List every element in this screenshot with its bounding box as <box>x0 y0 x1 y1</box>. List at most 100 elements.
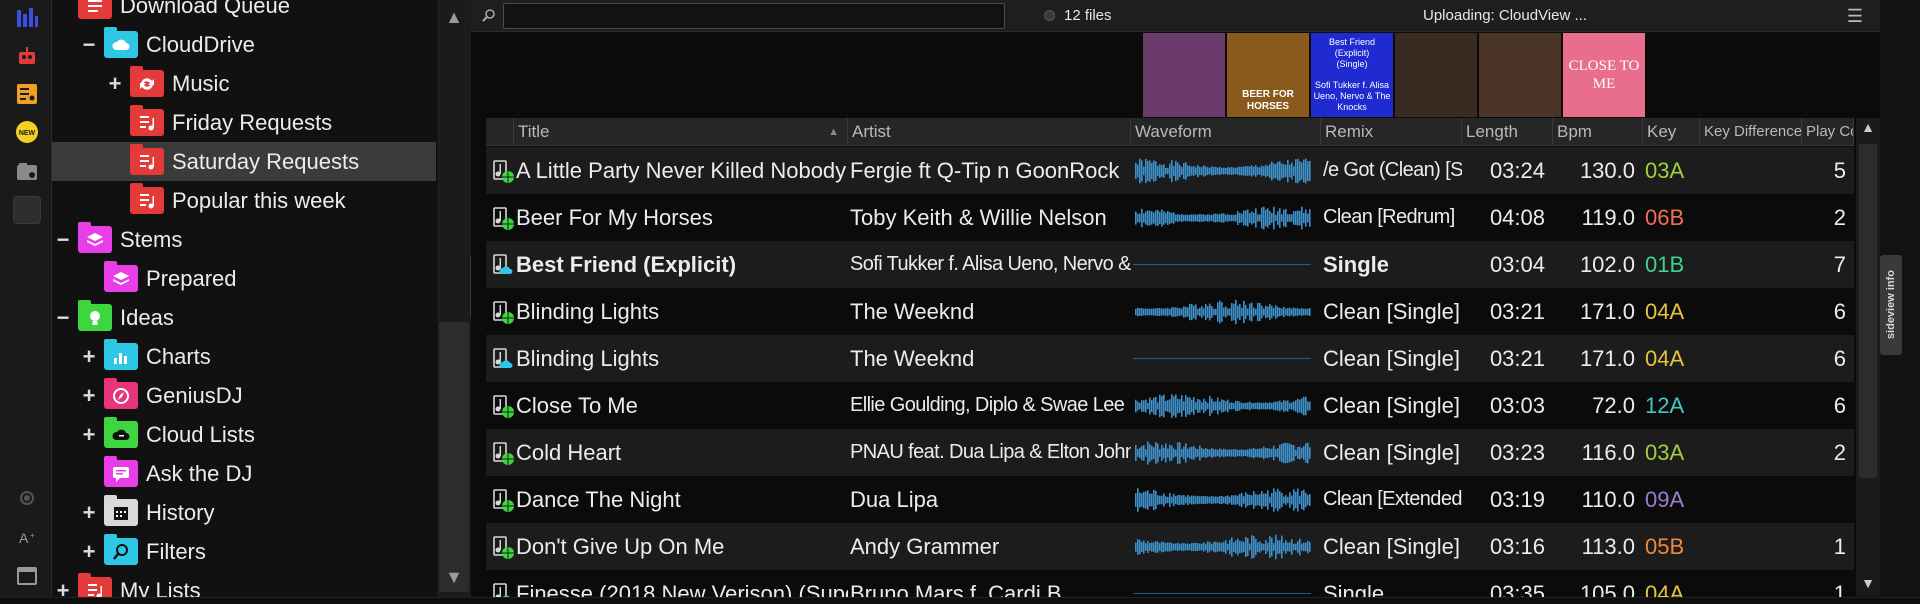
track-bpm: 119.0 <box>1581 205 1635 230</box>
tree-item-geniusdj[interactable]: + GeniusDJ <box>52 376 436 415</box>
note-globe-icon <box>486 288 514 335</box>
track-play-count: 6 <box>1833 346 1846 371</box>
tree-item-label: Friday Requests <box>172 109 333 135</box>
collapse-icon[interactable]: − <box>54 227 72 253</box>
calendar-icon <box>104 495 138 526</box>
waveform-empty-line <box>1133 593 1311 594</box>
tree-item-ideas[interactable]: − Ideas <box>52 298 436 337</box>
browser-panel: 12 files Uploading: CloudView ... ☰ BEER… <box>471 0 1880 604</box>
track-key-difference <box>1700 382 1802 429</box>
track-row[interactable]: A Little Party Never Killed Nobody Fergie… <box>486 147 1854 194</box>
cover-art[interactable] <box>1479 33 1561 117</box>
tree-item-stems[interactable]: − Stems <box>52 220 436 259</box>
new-badge-icon[interactable]: NEW <box>13 118 41 146</box>
column-header-title[interactable]: Title ▲ <box>514 118 848 146</box>
list-scroll-up-icon[interactable]: ▲ <box>1856 114 1880 140</box>
sort-ascending-icon[interactable]: ▲ <box>828 118 839 146</box>
collapse-icon[interactable]: − <box>80 32 98 58</box>
tree-scroll-up-icon[interactable]: ▲ <box>437 0 471 34</box>
track-row[interactable]: Dance The Night Dua Lipa Clean [Extended] 0… <box>486 476 1854 523</box>
track-title: Cold Heart <box>516 440 622 465</box>
waveform-graphic <box>1135 299 1311 325</box>
search-bar: 12 files Uploading: CloudView ... ☰ <box>471 0 1880 32</box>
expand-icon[interactable]: + <box>80 422 98 448</box>
cover-art[interactable] <box>1143 33 1225 117</box>
tree-item-ask-the-dj[interactable]: Ask the DJ <box>52 454 436 493</box>
list-menu-icon[interactable]: ☰ <box>1844 5 1866 27</box>
playlist-icon[interactable] <box>13 80 41 108</box>
track-row[interactable]: Cold Heart PNAU feat. Dua Lipa & Elton Jo… <box>486 429 1854 476</box>
cover-art-strip: BEER FOR HORSES Best Friend (Explicit) (S… <box>1143 33 1645 117</box>
track-row[interactable]: Best Friend (Explicit) Sofi Tukker f. Ali… <box>486 241 1854 288</box>
expand-icon[interactable]: + <box>80 383 98 409</box>
tree-scroll-down-icon[interactable]: ▼ <box>437 560 471 594</box>
track-key: 03A <box>1645 440 1685 465</box>
column-header-label: Title <box>518 122 550 141</box>
search-icon[interactable] <box>481 8 497 24</box>
tree-item-friday-requests[interactable]: Friday Requests <box>52 103 436 142</box>
column-header-waveform[interactable]: Waveform <box>1131 118 1321 146</box>
tree-item-charts[interactable]: + Charts <box>52 337 436 376</box>
tree-item-history[interactable]: + History <box>52 493 436 532</box>
tree-scrollbar[interactable]: ▲ ▼ <box>437 0 471 604</box>
header-status-column[interactable] <box>486 118 514 146</box>
tree-item-clouddrive[interactable]: − CloudDrive <box>52 25 436 64</box>
track-row[interactable]: Beer For My Horses Toby Keith & Willie Ne… <box>486 194 1854 241</box>
equalizer-icon[interactable] <box>13 4 41 32</box>
search-input[interactable] <box>503 3 1005 29</box>
tree-item-popular-this-week[interactable]: Popular this week <box>52 181 436 220</box>
track-row[interactable]: Blinding Lights The Weeknd Clean [Single] 0… <box>486 288 1854 335</box>
tree-item-filters[interactable]: + Filters <box>52 532 436 571</box>
track-artist: Bruno Mars f. Cardi B <box>850 581 1062 597</box>
column-header-artist[interactable]: Artist <box>848 118 1131 146</box>
tree-item-label: Filters <box>146 538 206 564</box>
track-row[interactable]: Close To Me Ellie Goulding, Diplo & Swae … <box>486 382 1854 429</box>
column-header-bpm[interactable]: Bpm <box>1553 118 1643 146</box>
track-list-scrollbar[interactable]: ▲ ▼ <box>1856 118 1880 596</box>
font-size-icon[interactable]: A + <box>13 524 41 552</box>
track-title: Dance The Night <box>516 487 681 512</box>
track-row[interactable]: Don't Give Up On Me Andy Grammer Clean [Si… <box>486 523 1854 570</box>
tree-item-prepared[interactable]: Prepared <box>52 259 436 298</box>
column-header-remix[interactable]: Remix <box>1321 118 1462 146</box>
tree-item-music[interactable]: + Music <box>52 64 436 103</box>
chat-icon <box>104 456 138 487</box>
robot-icon[interactable] <box>13 42 41 70</box>
column-header-label: Key <box>1647 122 1677 141</box>
track-bpm: 72.0 <box>1592 393 1635 418</box>
tree-item-download-queue[interactable]: Download Queue <box>52 0 436 25</box>
waveform-graphic <box>1135 534 1311 560</box>
track-artist: Ellie Goulding, Diplo & Swae Lee <box>850 394 1125 416</box>
sideview-tab[interactable]: sideview info <box>1880 255 1902 355</box>
expand-icon[interactable]: + <box>80 539 98 565</box>
column-header-key[interactable]: Key <box>1643 118 1700 146</box>
blank-slot-icon[interactable] <box>13 196 41 224</box>
list-scroll-thumb[interactable] <box>1859 144 1877 478</box>
expand-icon[interactable]: + <box>106 71 124 97</box>
list-scroll-down-icon[interactable]: ▼ <box>1856 570 1880 596</box>
track-row[interactable]: Finesse (2018 New Verison) (Super Clean … <box>486 570 1854 597</box>
column-header-key-difference[interactable]: Key Difference <box>1700 118 1802 146</box>
track-remix: Single <box>1323 581 1385 597</box>
list-note-icon <box>130 144 164 175</box>
tree-scroll-thumb[interactable] <box>439 322 469 592</box>
radio-dot-icon[interactable] <box>13 484 41 512</box>
window-icon[interactable] <box>13 562 41 590</box>
track-title: Blinding Lights <box>516 299 660 324</box>
track-row[interactable]: Blinding Lights The Weeknd Clean [Single] 0… <box>486 335 1854 382</box>
collapse-icon[interactable]: − <box>54 305 72 331</box>
track-remix: /e Got (Clean) [Si <box>1323 159 1462 181</box>
column-header-play-cour[interactable]: Play Cour <box>1802 118 1854 146</box>
drive-icon[interactable] <box>13 158 41 186</box>
track-key-difference <box>1700 241 1802 288</box>
tree-item-cloud-lists[interactable]: + Cloud Lists <box>52 415 436 454</box>
cover-art[interactable] <box>1395 33 1477 117</box>
cover-art[interactable]: Best Friend (Explicit) (Single) Sofi Tuk… <box>1311 33 1393 117</box>
tree-item-saturday-requests[interactable]: Saturday Requests <box>52 142 436 181</box>
expand-icon[interactable]: + <box>80 344 98 370</box>
cover-art[interactable]: CLOSE TO ME <box>1563 33 1645 117</box>
cover-art[interactable]: BEER FOR HORSES <box>1227 33 1309 117</box>
column-header-length[interactable]: Length <box>1462 118 1553 146</box>
track-artist: Fergie ft Q-Tip n GoonRock <box>850 158 1120 183</box>
expand-icon[interactable]: + <box>80 500 98 526</box>
